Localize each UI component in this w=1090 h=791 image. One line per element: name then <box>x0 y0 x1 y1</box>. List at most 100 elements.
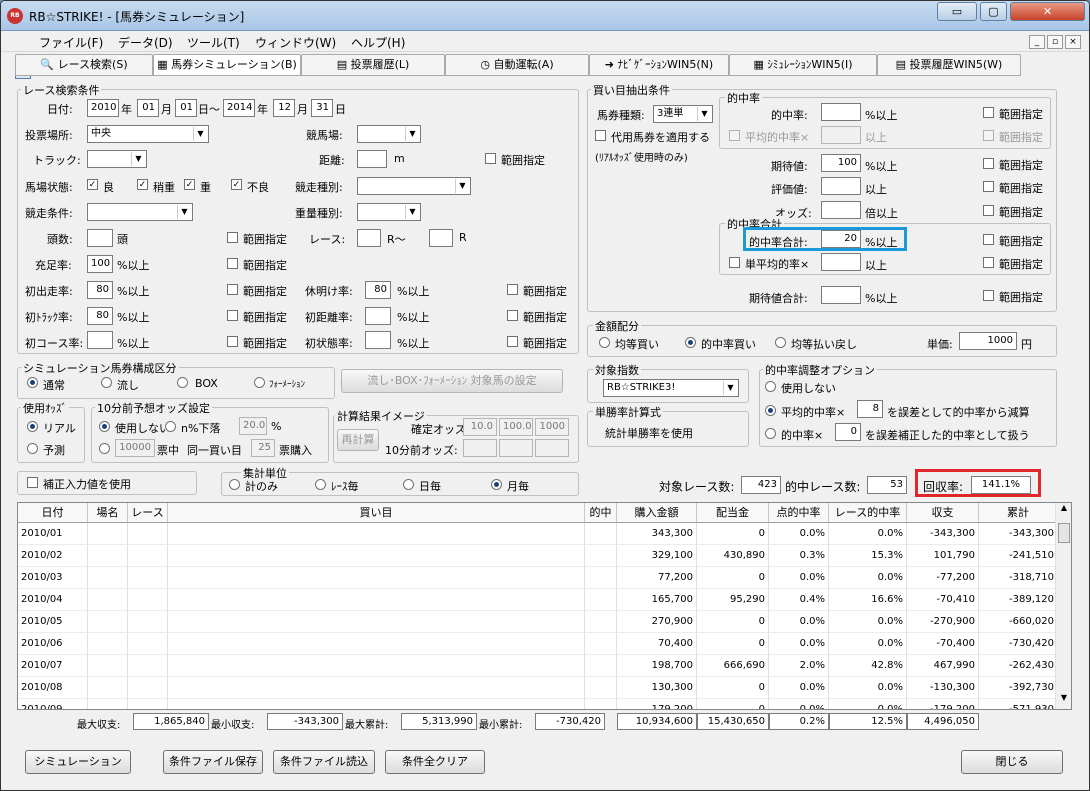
col-hit[interactable]: 的中 <box>585 503 617 522</box>
substitute-checkbox[interactable] <box>595 130 606 141</box>
restore-button[interactable]: ▢ <box>980 2 1007 21</box>
radio-per-race[interactable] <box>315 479 326 490</box>
ev-field[interactable]: 100 <box>821 154 861 172</box>
table-row[interactable]: 2010/05 270,900 0 0.0% 0.0% -270,900 -660,020 <box>18 611 1058 633</box>
slightly-heavy-checkbox[interactable]: ✓ <box>137 179 148 190</box>
heads-range-checkbox[interactable] <box>227 232 238 243</box>
radio-adjust-none[interactable] <box>765 381 776 392</box>
table-row[interactable]: 2010/07 198,700 666,690 2.0% 42.8% 467,990 -26… <box>18 655 1058 677</box>
fill-field[interactable]: 100 <box>87 255 113 273</box>
purchase-votes-field[interactable]: 25 <box>251 439 275 457</box>
avg-hit-checkbox[interactable] <box>729 130 740 141</box>
start-day-field[interactable]: 01 <box>175 99 197 117</box>
avg-hit-range-checkbox[interactable] <box>983 130 994 141</box>
col-race-hit[interactable]: レース的中率 <box>829 503 907 522</box>
heads-field[interactable] <box>87 229 113 247</box>
eval-field[interactable] <box>821 177 861 195</box>
end-year-field[interactable]: 2014 <box>223 99 255 117</box>
tab-simulation[interactable]: ▦ 馬券シミュレーション(B) <box>153 54 301 76</box>
scroll-thumb[interactable] <box>1058 523 1070 543</box>
col-cumulative[interactable]: 累計 <box>979 503 1058 522</box>
menu-data[interactable]: データ(D) <box>118 34 173 51</box>
mdi-close-button[interactable]: × <box>1065 35 1081 49</box>
radio-equal-buy[interactable] <box>599 337 610 348</box>
radio-hit-rate-buy[interactable] <box>685 337 696 348</box>
ev-range-checkbox[interactable] <box>983 158 994 169</box>
col-bets[interactable]: 買い目 <box>168 503 585 522</box>
menu-tools[interactable]: ツール(T) <box>187 34 240 51</box>
radio-odds10-drop[interactable] <box>165 421 176 432</box>
radio-total-only[interactable] <box>229 479 240 490</box>
distance-field[interactable] <box>357 150 387 168</box>
col-venue[interactable]: 場名 <box>88 503 128 522</box>
scroll-down-icon[interactable]: ▼ <box>1057 693 1071 709</box>
radio-equal-payout[interactable] <box>775 337 786 348</box>
col-point-hit[interactable]: 点的中率 <box>769 503 829 522</box>
first-course-range-checkbox[interactable] <box>227 336 238 347</box>
simulate-button[interactable]: シミュレーション <box>25 750 131 774</box>
first-distance-range-checkbox[interactable] <box>507 310 518 321</box>
weight-select[interactable]: ▼ <box>357 203 421 221</box>
odds-range-checkbox[interactable] <box>983 205 994 216</box>
radio-per-month[interactable] <box>491 479 502 490</box>
target-horse-settings-button[interactable]: 流し･BOX･ﾌｫｰﾒｰｼｮﾝ 対象馬の設定 <box>341 369 563 393</box>
end-day-field[interactable]: 31 <box>311 99 333 117</box>
radio-formation[interactable] <box>254 377 265 388</box>
radio-normal[interactable] <box>27 377 38 388</box>
col-payout[interactable]: 配当金 <box>697 503 769 522</box>
menu-help[interactable]: ヘルプ(H) <box>351 34 405 51</box>
votes-field[interactable]: 10000 <box>115 439 155 457</box>
drop-pct-field[interactable]: 20.0 <box>239 417 267 435</box>
single-avg-field[interactable] <box>821 253 861 271</box>
close-button[interactable]: 閉じる <box>961 750 1063 774</box>
race-condition-select[interactable]: ▼ <box>87 203 193 221</box>
scroll-up-icon[interactable]: ▲ <box>1057 503 1071 519</box>
radio-odds10-votes[interactable] <box>99 443 110 454</box>
tab-sim-win5[interactable]: ▦ ｼﾐｭﾚｰｼｮﾝWIN5(I) <box>729 54 877 76</box>
avg-hit-field[interactable] <box>821 126 861 144</box>
vertical-scrollbar[interactable]: ▲ ▼ <box>1055 503 1071 709</box>
bad-checkbox[interactable]: ✓ <box>231 179 242 190</box>
course-select[interactable]: ▼ <box>357 125 421 143</box>
table-row[interactable]: 2010/03 77,200 0 0.0% 0.0% -77,200 -318,710 <box>18 567 1058 589</box>
mdi-restore-button[interactable]: ▫ <box>1047 35 1063 49</box>
venue-select[interactable]: 中央 ▼ <box>87 125 209 143</box>
unit-price-field[interactable]: 1000 <box>959 332 1017 350</box>
adjust-correct-field[interactable]: 0 <box>835 423 861 441</box>
radio-real[interactable] <box>27 421 38 432</box>
table-row[interactable]: 2010/02 329,100 430,890 0.3% 15.3% 101,790 -24… <box>18 545 1058 567</box>
single-avg-checkbox[interactable] <box>729 257 740 268</box>
table-row[interactable]: 2010/06 70,400 0 0.0% 0.0% -70,400 -730,420 <box>18 633 1058 655</box>
odds-field[interactable] <box>821 201 861 219</box>
start-month-field[interactable]: 01 <box>137 99 159 117</box>
first-track-field[interactable]: 80 <box>87 307 113 325</box>
adjust-subtract-field[interactable]: 8 <box>857 400 883 418</box>
bet-type-select[interactable]: 3連単 ▼ <box>653 105 713 123</box>
tab-race-search[interactable]: 🔍 レース検索(S) <box>15 54 153 76</box>
race-from-field[interactable] <box>357 229 381 247</box>
first-state-field[interactable] <box>365 331 391 349</box>
close-window-button[interactable]: ✕ <box>1010 2 1085 21</box>
good-checkbox[interactable]: ✓ <box>87 179 98 190</box>
track-select[interactable]: ▼ <box>87 150 147 168</box>
menu-window[interactable]: ウィンドウ(W) <box>255 34 336 51</box>
tab-nav-win5[interactable]: ➜ ﾅﾋﾞｹﾞｰｼｮﾝWIN5(N) <box>589 54 729 76</box>
hit-rate-range-checkbox[interactable] <box>983 107 994 118</box>
hit-total-range-checkbox[interactable] <box>983 234 994 245</box>
hit-rate-field[interactable] <box>821 103 861 121</box>
race-type-select[interactable]: ▼ <box>357 177 471 195</box>
col-date[interactable]: 日付 <box>18 503 88 522</box>
table-row[interactable]: 2010/04 165,700 95,290 0.4% 16.6% -70,410 -389… <box>18 589 1058 611</box>
load-conditions-button[interactable]: 条件ファイル読込 <box>273 750 375 774</box>
single-avg-range-checkbox[interactable] <box>983 257 994 268</box>
recalc-button[interactable]: 再計算 <box>337 429 379 451</box>
correction-checkbox[interactable] <box>27 477 38 488</box>
table-row[interactable]: 2010/08 130,300 0 0.0% 0.0% -130,300 -392,730 <box>18 677 1058 699</box>
first-run-range-checkbox[interactable] <box>227 284 238 295</box>
radio-adjust-subtract[interactable] <box>765 405 776 416</box>
tab-auto[interactable]: ◷ 自動運転(A) <box>445 54 589 76</box>
menu-file[interactable]: ファイル(F) <box>39 34 103 51</box>
distance-range-checkbox[interactable] <box>485 153 496 164</box>
radio-per-day[interactable] <box>403 479 414 490</box>
mdi-minimize-button[interactable]: _ <box>1029 35 1045 49</box>
